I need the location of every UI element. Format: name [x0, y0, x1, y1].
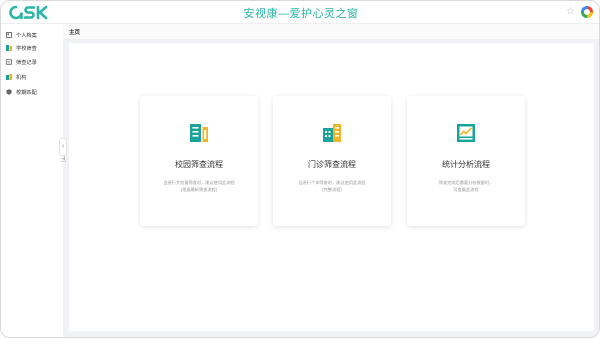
card-desc-line: 当进行个体筛查时，建议使用此流程	[298, 180, 366, 185]
main-area: 校园筛查流程 当进行大批量筛查时，建议使用此流程 (根据最新筛查流程) 门诊筛查…	[63, 40, 599, 337]
card-description: 当进行大批量筛查时，建议使用此流程 (根据最新筛查流程)	[150, 179, 248, 193]
screening-record-icon	[6, 59, 12, 65]
sidebar-item-label: 个人档案	[16, 32, 37, 39]
app-title: 安视康—爱护心灵之窗	[243, 8, 359, 20]
card-desc-line: 可查看此流程	[453, 187, 479, 192]
content-panel: 校园筛查流程 当进行大批量筛查时，建议使用此流程 (根据最新筛查流程) 门诊筛查…	[69, 43, 594, 331]
school-screening-icon	[6, 45, 12, 51]
card-desc-line: (完整流程)	[322, 187, 342, 192]
card-title: 统计分析流程	[442, 160, 490, 169]
card-title: 校园筛查流程	[175, 160, 223, 169]
card-description: 筛查完成后需要分析数据时， 可查看此流程	[417, 179, 515, 193]
card-clinic-screening[interactable]: 门诊筛查流程 当进行个体筛查时，建议使用此流程 (完整流程)	[273, 96, 391, 226]
statistics-icon	[457, 124, 475, 142]
institution-icon	[6, 74, 12, 80]
sidebar-item-institution[interactable]: 机构	[6, 72, 26, 82]
mouse-cursor-icon: ☝	[61, 155, 66, 164]
sidebar-item-label: 机构	[16, 74, 27, 81]
sidebar-item-school-screening[interactable]: 学校筛查	[6, 43, 37, 53]
avatar[interactable]	[581, 6, 593, 18]
card-description: 当进行个体筛查时，建议使用此流程 (完整流程)	[283, 179, 381, 193]
card-statistics-analysis[interactable]: 统计分析流程 筛查完成后需要分析数据时， 可查看此流程	[407, 96, 525, 226]
top-bar: 安视康—爱护心灵之窗 ☆	[1, 1, 599, 24]
sidebar-item-screening-record[interactable]: 筛查记录	[6, 57, 37, 67]
top-icons: ☆	[566, 6, 593, 18]
tab-home[interactable]: 主页	[69, 28, 80, 36]
sidebar-item-profile[interactable]: 个人档案	[6, 30, 37, 40]
star-icon[interactable]: ☆	[566, 6, 575, 18]
app-window: 安视康—爱护心灵之窗 ☆ 个人档案 学校筛查 筛查记录 机构 校期匹配 主页 校…	[0, 0, 600, 338]
card-desc-line: (根据最新筛查流程)	[180, 187, 218, 192]
sidebar-item-period-match[interactable]: 校期匹配	[6, 87, 37, 97]
clinic-screening-icon	[323, 124, 341, 142]
sidebar-item-label: 筛查记录	[16, 59, 37, 66]
card-title: 门诊筛查流程	[308, 160, 356, 169]
shield-icon	[6, 89, 12, 95]
sidebar-collapse-handle[interactable]: ‹	[59, 138, 67, 156]
tab-bar: 主页	[63, 24, 599, 40]
sidebar-item-label: 校期匹配	[16, 89, 37, 96]
card-desc-line: 筛查完成后需要分析数据时，	[438, 180, 494, 185]
sidebar-item-label: 学校筛查	[16, 45, 37, 52]
sidebar: 个人档案 学校筛查 筛查记录 机构 校期匹配	[1, 24, 63, 337]
card-campus-screening[interactable]: 校园筛查流程 当进行大批量筛查时，建议使用此流程 (根据最新筛查流程)	[140, 96, 258, 226]
card-desc-line: 当进行大批量筛查时，建议使用此流程	[163, 180, 235, 185]
profile-icon	[6, 32, 12, 38]
campus-screening-icon	[190, 124, 208, 142]
